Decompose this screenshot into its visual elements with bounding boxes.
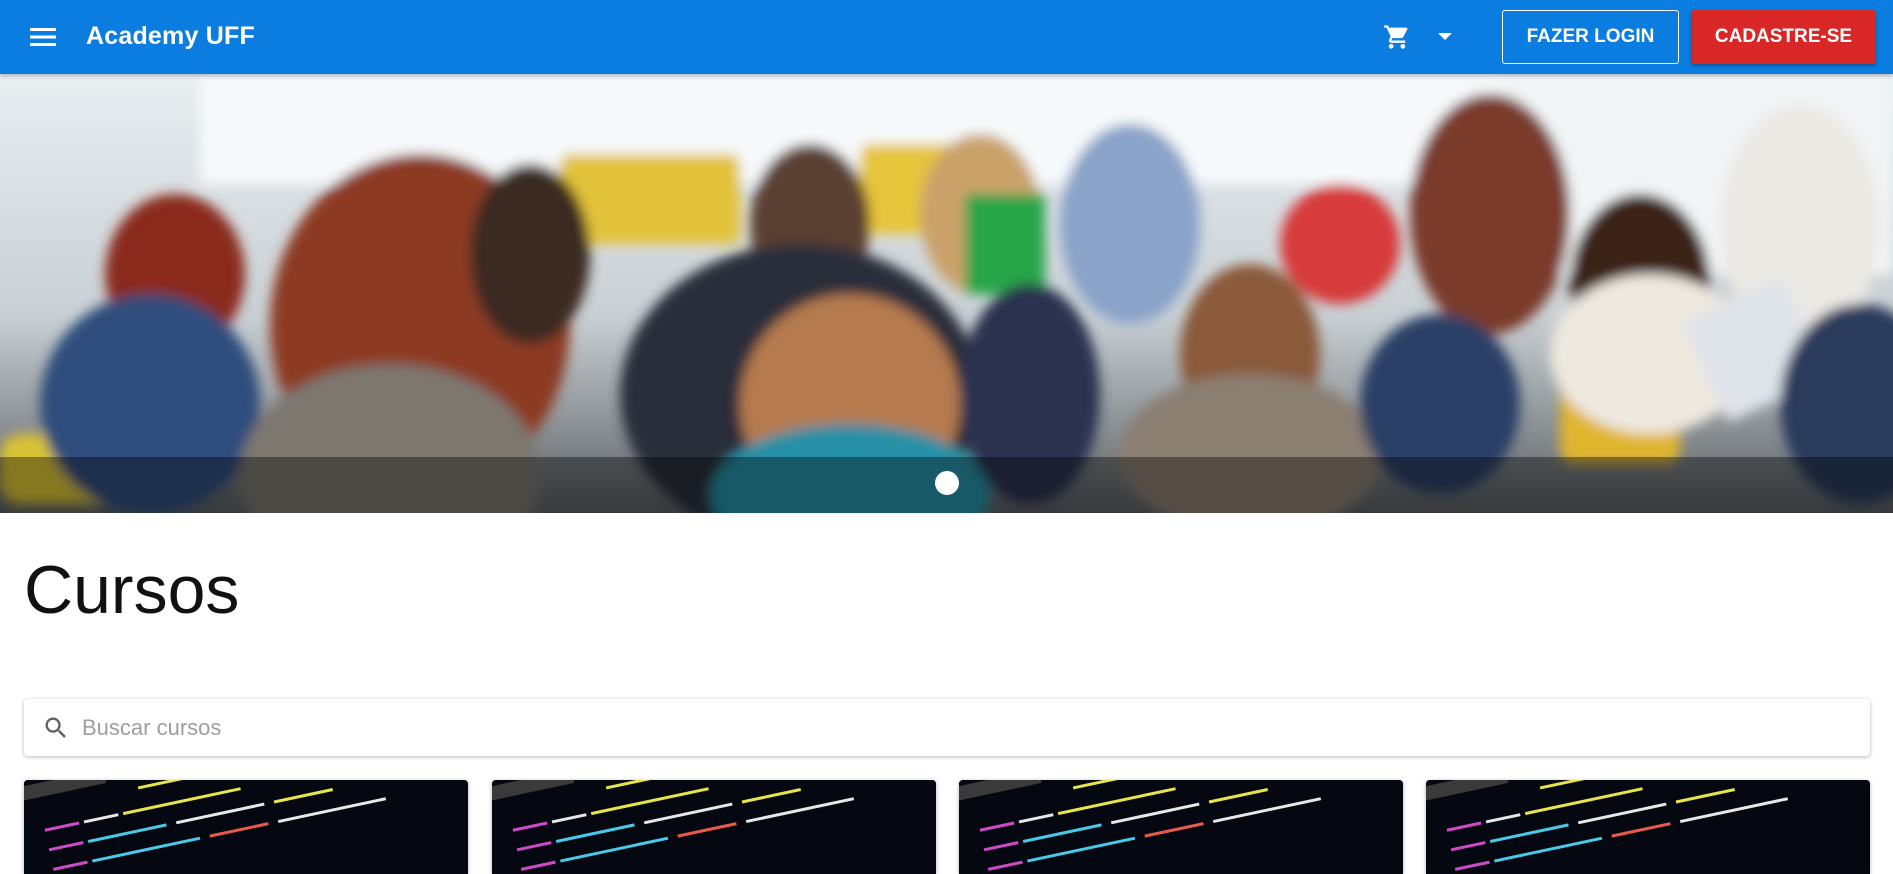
carousel-dot-1[interactable] xyxy=(935,471,959,495)
course-thumbnail xyxy=(959,780,1403,874)
app-title[interactable]: Academy UFF xyxy=(86,22,255,51)
caret-down-icon xyxy=(1438,33,1452,40)
course-card[interactable] xyxy=(492,780,936,874)
course-thumbnail xyxy=(1426,780,1870,874)
course-thumbnail xyxy=(492,780,936,874)
login-button[interactable]: FAZER LOGIN xyxy=(1502,10,1679,64)
course-search-bar xyxy=(24,699,1870,756)
menu-icon xyxy=(30,28,56,46)
course-card[interactable] xyxy=(959,780,1403,874)
top-app-bar: Academy UFF FAZER LOGIN CADASTRE-SE xyxy=(0,0,1893,74)
hero-image xyxy=(0,74,1893,513)
course-card[interactable] xyxy=(24,780,468,874)
search-input[interactable] xyxy=(82,714,1842,741)
menu-button[interactable] xyxy=(24,19,62,55)
course-thumbnail xyxy=(24,780,468,874)
cart-icon xyxy=(1384,25,1408,49)
account-dropdown-button[interactable] xyxy=(1428,20,1462,54)
cart-button[interactable] xyxy=(1379,20,1415,54)
course-card[interactable] xyxy=(1426,780,1870,874)
search-icon xyxy=(40,712,72,744)
signup-button[interactable]: CADASTRE-SE xyxy=(1691,10,1876,64)
course-grid xyxy=(24,780,1870,874)
hero-carousel xyxy=(0,74,1893,513)
page-title: Cursos xyxy=(24,552,240,628)
